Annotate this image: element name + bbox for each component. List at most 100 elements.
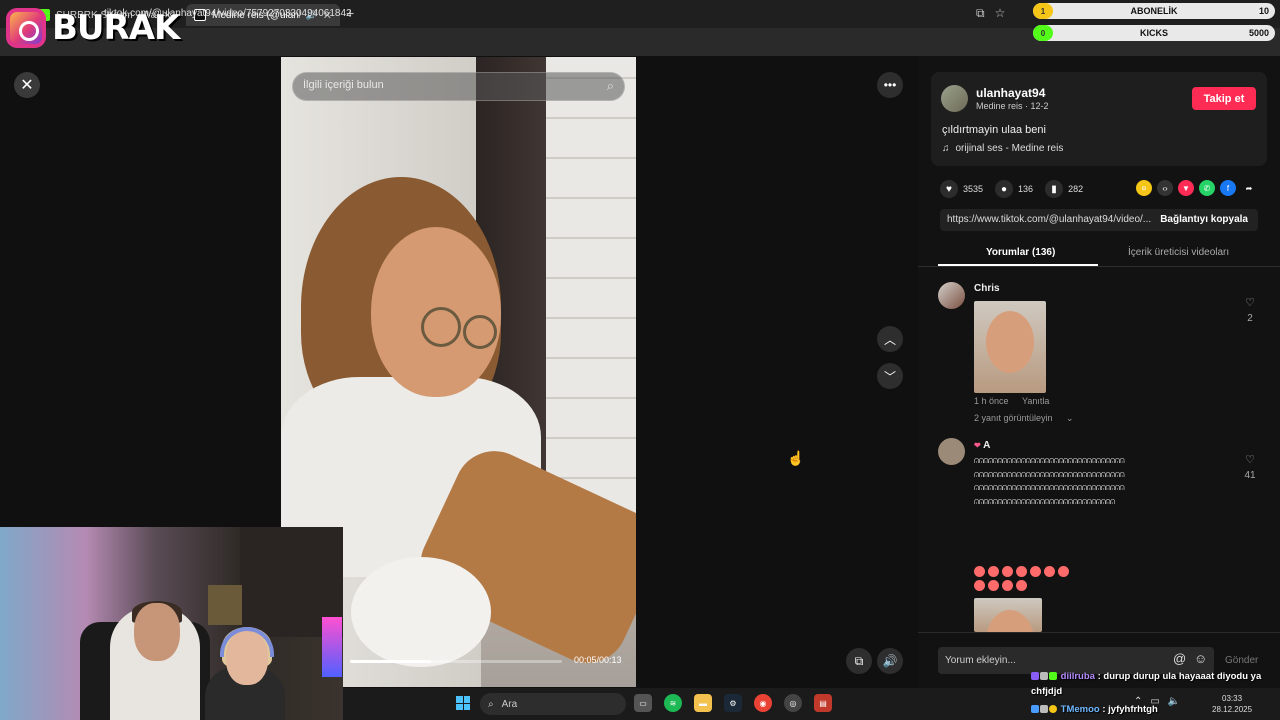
volume-button[interactable]: 🔊 (877, 648, 903, 674)
chat-badge-icon (1049, 672, 1057, 681)
subscription-label: ABONELİK (1130, 6, 1178, 16)
link-box: https://www.tiktok.com/@ulanhayat94/vide… (940, 209, 1258, 231)
taskbar-search[interactable]: ⌕ Ara (480, 693, 626, 715)
tab-comments[interactable]: Yorumlar (136) (986, 247, 1055, 258)
chat-username: diilruba (1060, 671, 1095, 682)
view-replies-button[interactable]: 2 yanıt görüntüleyin (974, 413, 1053, 423)
chat-badge-icon (1040, 672, 1048, 681)
next-video-button[interactable]: ﹀ (877, 363, 903, 389)
author-avatar[interactable] (941, 85, 968, 112)
comment-time: 1 h önce (974, 396, 1009, 406)
send-comment-button[interactable]: Gönder (1225, 655, 1258, 666)
previous-video-button[interactable]: ︿ (877, 326, 903, 352)
chat-badge-icon (1040, 705, 1048, 714)
streamer-logo: BURAK (6, 8, 180, 48)
share-arrow-icon[interactable]: ➦ (1241, 180, 1257, 196)
picture-in-picture-button[interactable]: ⧉ (846, 648, 872, 674)
reply-button[interactable]: Yanıtla (1022, 396, 1049, 406)
sticker-face (986, 610, 1034, 632)
laughing-emoji-icon (974, 580, 985, 591)
instagram-icon (6, 8, 46, 48)
close-icon: ✕ (20, 77, 34, 94)
sticker-face (986, 311, 1034, 373)
author-username[interactable]: ulanhayat94 (976, 86, 1045, 100)
panel-tabs: Yorumlar (136) İçerik üreticisi videolar… (938, 244, 1258, 266)
chevron-down-icon[interactable]: ⌄ (1066, 413, 1074, 424)
emoji-row (974, 580, 1030, 593)
heart-emoji-icon: ❤ (974, 441, 981, 450)
install-app-icon[interactable]: ⧉ (976, 6, 985, 21)
chat-message: TMemoo : jyfyhfrhtgh (1031, 702, 1271, 717)
app-icon[interactable]: ▤ (814, 694, 832, 712)
kicks-label: KICKS (1139, 28, 1168, 38)
steam-icon[interactable]: ⚙ (724, 694, 742, 712)
comment-sticker-image[interactable] (974, 598, 1042, 632)
spotify-icon[interactable]: ≋ (664, 694, 682, 712)
follow-button[interactable]: Takip et (1192, 87, 1256, 110)
chevron-down-icon: ﹀ (883, 369, 896, 384)
tab-creator-videos[interactable]: İçerik üreticisi videoları (1128, 247, 1229, 258)
commenter-name-text: A (983, 440, 991, 451)
windows-start-icon[interactable] (456, 696, 470, 710)
whatsapp-icon[interactable]: ✆ (1199, 180, 1215, 196)
video-frame-glasses (421, 307, 461, 347)
emoji-row (974, 566, 1072, 579)
emoji-picker-icon[interactable]: ☺ (1194, 651, 1207, 666)
video-time: 00:05/00:13 (574, 655, 622, 665)
more-options-button[interactable]: ••• (877, 72, 903, 98)
commenter-avatar[interactable] (938, 282, 965, 309)
save-stat[interactable]: ▮ 282 (1045, 180, 1083, 198)
chat-badge-icon (1049, 705, 1057, 714)
laughing-emoji-icon (1002, 566, 1013, 577)
laughing-emoji-icon (988, 566, 999, 577)
rgb-light (322, 617, 342, 677)
laughing-emoji-icon (1002, 580, 1013, 591)
chat-text: : jyfyhfrhtgh (1102, 704, 1158, 715)
post-stats: ♥ 3535 ● 136 ▮ 282 (940, 180, 1083, 198)
bookmark-icon: ▮ (1045, 180, 1064, 198)
commenter-avatar[interactable] (938, 438, 965, 465)
chrome-icon[interactable]: ◉ (754, 694, 772, 712)
commenter-name[interactable]: Chris (974, 283, 1000, 294)
video-frame-cloth (351, 557, 491, 667)
chat-badge-icon (1031, 705, 1039, 714)
hand-cursor-icon: ☝ (787, 450, 805, 466)
video-search-box[interactable]: ⌕ (292, 72, 625, 101)
laughing-emoji-icon (1030, 566, 1041, 577)
video-frame-glasses (463, 315, 497, 349)
facebook-icon[interactable]: f (1220, 180, 1236, 196)
chat-badge-icon (1031, 672, 1039, 681)
mention-icon[interactable]: @ (1173, 651, 1186, 666)
post-caption: çıldırtmayin ulaa beni (942, 124, 1046, 136)
search-icon[interactable]: ⌕ (607, 78, 614, 94)
coin-share-icon[interactable]: ¤ (1136, 180, 1152, 196)
bookmark-star-icon[interactable]: ☆ (995, 6, 1006, 21)
webcam-poster (208, 585, 242, 625)
commenter-name[interactable]: ❤ A (974, 440, 990, 451)
post-link[interactable]: https://www.tiktok.com/@ulanhayat94/vide… (947, 214, 1153, 225)
webcam-person-head (134, 603, 180, 661)
video-progress-bar[interactable] (350, 660, 562, 663)
comment-sticker-image[interactable] (974, 301, 1046, 393)
comment-like-count: 41 (1244, 470, 1256, 481)
comment-stat[interactable]: ● 136 (995, 180, 1033, 198)
task-view-icon[interactable]: ▭ (634, 694, 652, 712)
share-icons: ¤ ‹› ▼ ✆ f ➦ (1136, 180, 1257, 196)
comment-heart-icon[interactable]: ♡ (1241, 453, 1259, 466)
comment-count: 136 (1018, 184, 1034, 194)
embed-icon[interactable]: ‹› (1157, 180, 1173, 196)
volume-icon: 🔊 (882, 654, 898, 668)
close-video-button[interactable]: ✕ (14, 72, 40, 98)
file-explorer-icon[interactable]: ▬ (694, 694, 712, 712)
music-info[interactable]: ♫ orijinal ses - Medine reis (942, 143, 1063, 154)
comment-heart-icon[interactable]: ♡ (1241, 296, 1259, 309)
video-search-input[interactable] (303, 79, 583, 91)
like-stat[interactable]: ♥ 3535 (940, 180, 983, 198)
copy-link-button[interactable]: Bağlantıyı kopyala (1160, 214, 1248, 225)
send-share-icon[interactable]: ▼ (1178, 180, 1194, 196)
save-count: 282 (1068, 184, 1084, 194)
obs-icon[interactable]: ◎ (784, 694, 802, 712)
search-icon: ⌕ (488, 698, 494, 710)
chat-username: TMemoo (1060, 704, 1100, 715)
divider (918, 266, 1280, 267)
